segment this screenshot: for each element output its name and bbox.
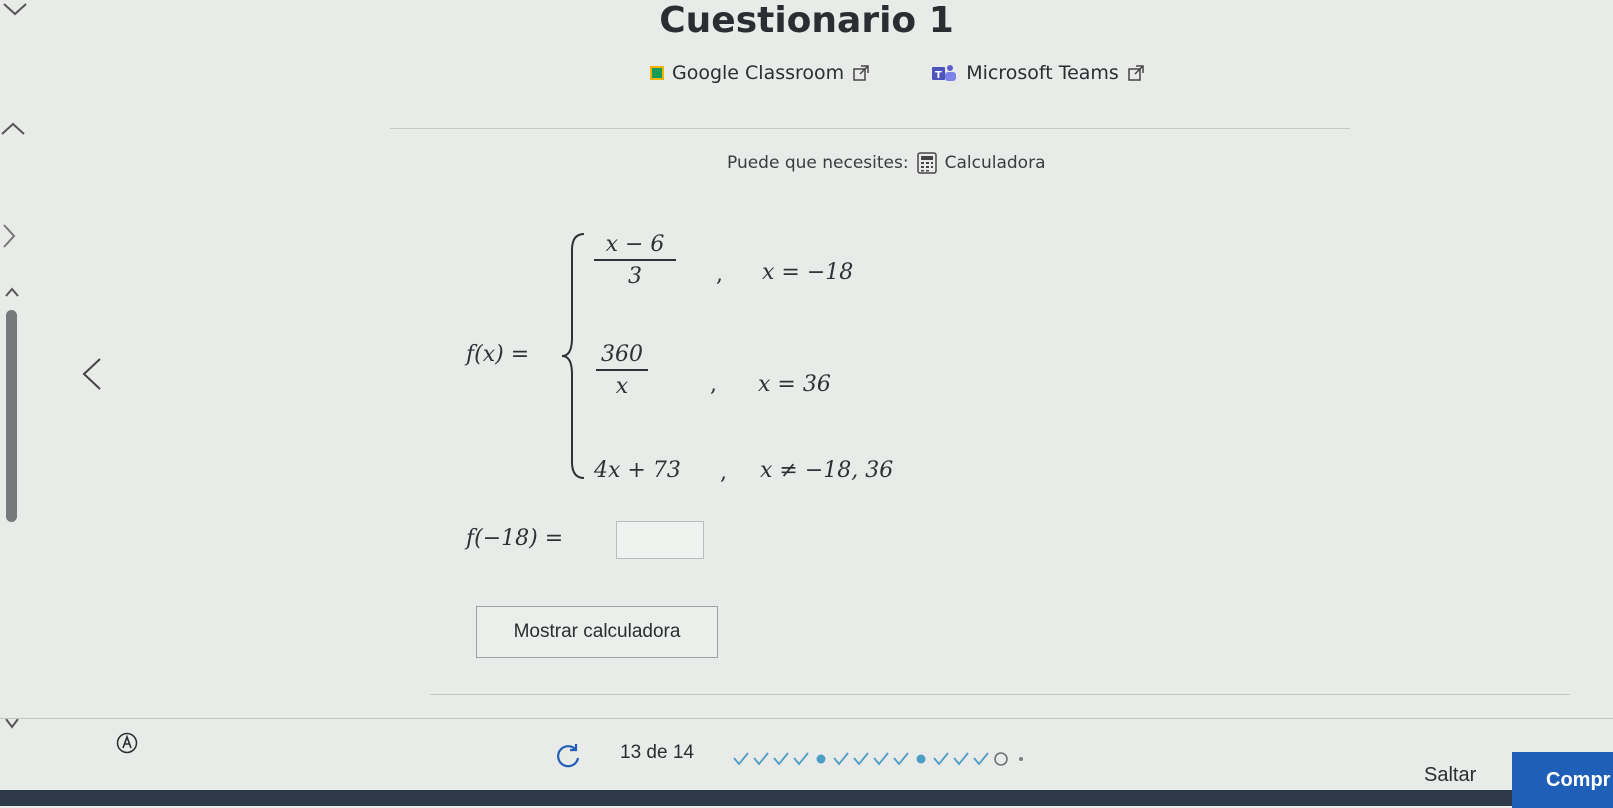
question-label: f(−18) = xyxy=(466,526,564,551)
microsoft-teams-icon: T xyxy=(932,65,957,81)
skip-button[interactable]: Saltar xyxy=(1424,764,1476,787)
footer-divider xyxy=(0,718,1613,719)
case2-fraction: 360 x xyxy=(596,342,648,399)
case1-separator: , xyxy=(716,262,723,287)
progress-check-icon xyxy=(733,752,749,766)
check-button[interactable]: Compr xyxy=(1512,752,1613,808)
calculator-link[interactable]: Calculadora xyxy=(945,153,1046,173)
chevron-left-icon[interactable] xyxy=(78,356,106,392)
google-classroom-link[interactable]: Google Classroom xyxy=(650,62,870,84)
header-divider xyxy=(390,128,1350,129)
case2-separator: , xyxy=(710,372,717,397)
progress-check-icon xyxy=(873,752,889,766)
progress-check-icon xyxy=(753,752,769,766)
microsoft-teams-label: Microsoft Teams xyxy=(966,62,1119,84)
progress-check-icon xyxy=(793,752,809,766)
content-divider xyxy=(430,694,1570,695)
google-classroom-icon xyxy=(650,66,664,80)
answer-input[interactable] xyxy=(616,521,704,559)
case2-denominator: x xyxy=(615,374,629,399)
scroll-up-icon[interactable] xyxy=(4,286,20,298)
calculator-icon[interactable] xyxy=(916,152,937,174)
progress-check-icon xyxy=(933,752,949,766)
case2-condition: x = 36 xyxy=(758,372,831,397)
page-title: Cuestionario 1 xyxy=(659,0,954,41)
fraction-bar xyxy=(596,369,648,371)
progress-check-icon xyxy=(853,752,869,766)
refresh-icon[interactable] xyxy=(554,742,582,770)
tools-hint: Puede que necesites: Calculadora xyxy=(727,152,1045,174)
case3-condition: x ≠ −18, 36 xyxy=(760,458,894,483)
bottom-bar xyxy=(0,790,1512,806)
share-links: Google Classroom T Microsoft Teams xyxy=(650,58,1145,88)
tools-prompt: Puede que necesites: xyxy=(727,153,909,173)
case3-separator: , xyxy=(720,460,727,485)
left-brace-icon xyxy=(561,233,585,479)
accessibility-icon[interactable] xyxy=(116,732,138,754)
case1-condition: x = −18 xyxy=(762,260,854,285)
fraction-bar xyxy=(594,259,676,261)
google-classroom-label: Google Classroom xyxy=(672,62,845,84)
progress-empty xyxy=(1019,757,1023,761)
progress-check-icon xyxy=(953,752,969,766)
case1-numerator: x − 6 xyxy=(605,232,665,257)
external-link-icon xyxy=(853,65,869,81)
progress-check-icon xyxy=(773,752,789,766)
case1-denominator: 3 xyxy=(628,264,642,289)
chevron-right-icon[interactable] xyxy=(0,222,20,250)
case2-numerator: 360 xyxy=(601,342,643,367)
show-calculator-button[interactable]: Mostrar calculadora xyxy=(476,606,718,658)
progress-check-icon xyxy=(893,752,909,766)
case3-expression: 4x + 73 xyxy=(594,458,681,483)
scrollbar-thumb[interactable] xyxy=(6,310,17,522)
chevron-up-icon[interactable] xyxy=(0,118,26,140)
progress-counter: 13 de 14 xyxy=(620,742,694,763)
svg-text:T: T xyxy=(935,70,942,81)
progress-current xyxy=(994,752,1008,766)
microsoft-teams-link[interactable]: T Microsoft Teams xyxy=(930,62,1145,84)
progress-check-icon xyxy=(973,752,989,766)
case1-fraction: x − 6 3 xyxy=(594,232,676,289)
progress-dot xyxy=(916,754,926,764)
progress-check-icon xyxy=(833,752,849,766)
progress-dot xyxy=(816,754,826,764)
function-label: f(x) = xyxy=(466,342,530,367)
external-link-icon xyxy=(1128,65,1144,81)
progress-indicator xyxy=(733,752,1023,766)
